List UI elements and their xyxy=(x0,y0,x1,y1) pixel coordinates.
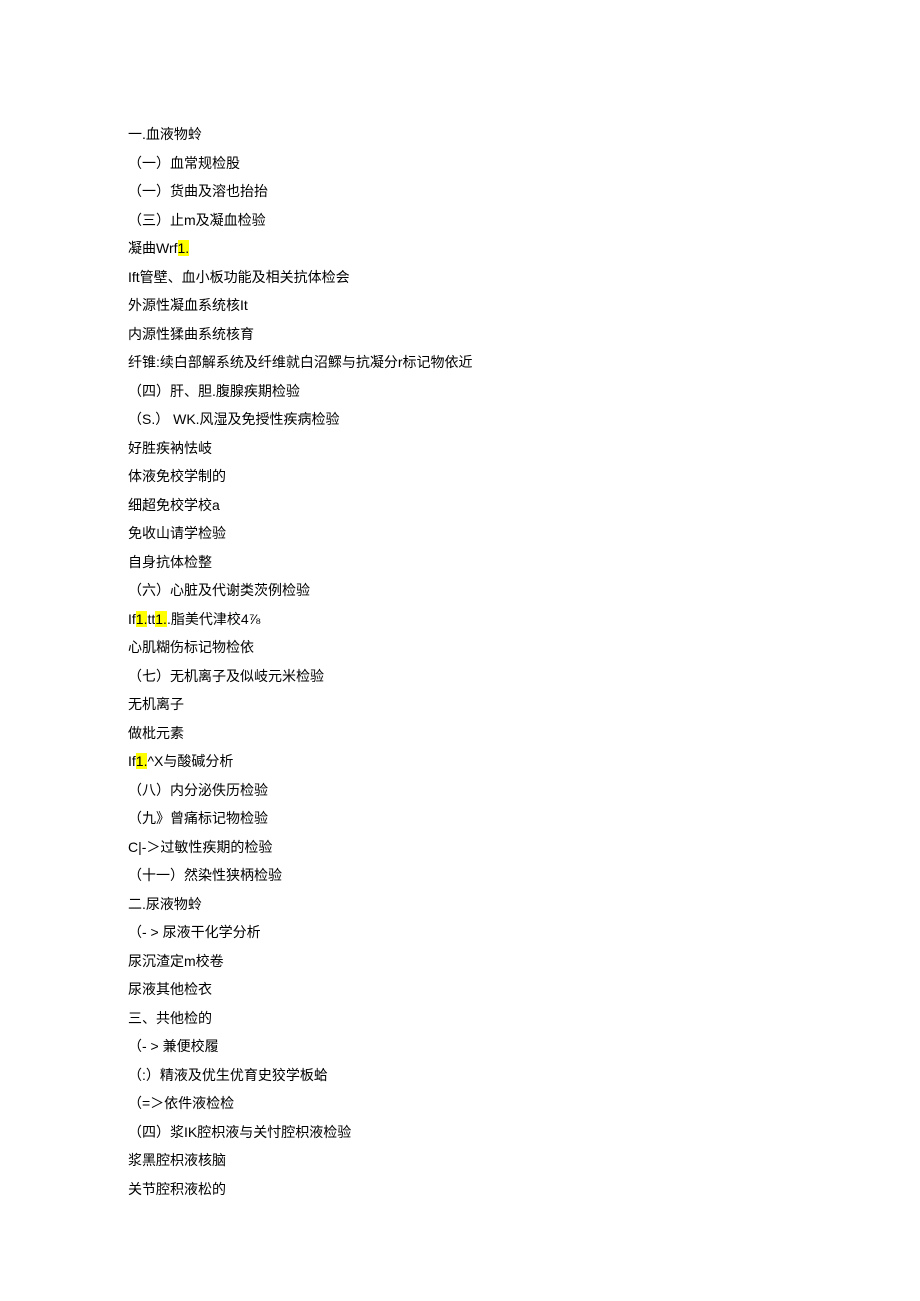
text-line: （一）血常规检股 xyxy=(128,149,792,178)
text-line: 好胜疾衲怯岐 xyxy=(128,434,792,463)
text-line: 尿液其他检衣 xyxy=(128,975,792,1004)
text-segment: 尿沉渣定m校卷 xyxy=(128,953,224,969)
text-line: 外源性凝血系统核It xyxy=(128,291,792,320)
text-segment: If xyxy=(128,753,136,769)
text-segment: If xyxy=(128,611,136,627)
text-line: If1.^X与酸碱分析 xyxy=(128,747,792,776)
text-segment: .脂美代津校4⅞ xyxy=(167,611,260,627)
text-segment: （九》曾痛标记物检验 xyxy=(128,810,268,826)
text-line: If1.tt1..脂美代津校4⅞ xyxy=(128,605,792,634)
text-line: 内源性猱曲系统核育 xyxy=(128,320,792,349)
text-line: （六）心脏及代谢类茨例检验 xyxy=(128,576,792,605)
text-segment: Ift管壁、血小板功能及相关抗体检会 xyxy=(128,269,350,285)
text-line: （=＞依件液检检 xyxy=(128,1089,792,1118)
text-segment: 自身抗体检整 xyxy=(128,554,212,570)
text-line: Ift管壁、血小板功能及相关抗体检会 xyxy=(128,263,792,292)
text-segment: ^X与酸碱分析 xyxy=(147,753,233,769)
text-segment: （七）无机离子及似岐元米检验 xyxy=(128,668,324,684)
highlighted-text: 1. xyxy=(136,611,148,627)
highlighted-text: 1. xyxy=(136,753,148,769)
text-segment: （八）内分泌佚历检验 xyxy=(128,782,268,798)
text-segment: （四）浆IK腔枳液与关忖腔枳液检验 xyxy=(128,1124,351,1140)
text-line: （七）无机离子及似岐元米检验 xyxy=(128,662,792,691)
text-segment: 做枇元素 xyxy=(128,725,184,741)
text-segment: C|-＞过敏性疾期的检验 xyxy=(128,839,272,855)
text-line: 凝曲Wrf1. xyxy=(128,234,792,263)
text-line: （四）浆IK腔枳液与关忖腔枳液检验 xyxy=(128,1118,792,1147)
text-segment: 纤锥:续白部解系统及纤维就白沼鰥与抗凝分r标记物依近 xyxy=(128,354,473,370)
text-segment: （一）货曲及溶也抬抬 xyxy=(128,183,268,199)
text-segment: （- > 尿液干化学分析 xyxy=(128,924,261,940)
text-segment: 细超免校学校a xyxy=(128,497,220,513)
text-line: 关节腔积液松的 xyxy=(128,1175,792,1204)
text-line: （九》曾痛标记物检验 xyxy=(128,804,792,833)
text-segment: 尿液其他检衣 xyxy=(128,981,212,997)
text-segment: 好胜疾衲怯岐 xyxy=(128,440,212,456)
text-segment: （三）止m及凝血检验 xyxy=(128,212,266,228)
text-segment: 无机离子 xyxy=(128,696,184,712)
text-line: （:）精液及优生优育史狡学板蛤 xyxy=(128,1061,792,1090)
text-line: （十一）然染性狭柄检验 xyxy=(128,861,792,890)
text-segment: 凝曲Wrf xyxy=(128,240,178,256)
text-segment: 免收山请学检验 xyxy=(128,525,226,541)
text-segment: 浆黑腔枳液核脑 xyxy=(128,1152,226,1168)
text-line: 体液免校学制的 xyxy=(128,462,792,491)
document-content: 一.血液物蛉（一）血常规检股（一）货曲及溶也抬抬（三）止m及凝血检验凝曲Wrf1… xyxy=(128,120,792,1203)
text-line: （- > 兼便校履 xyxy=(128,1032,792,1061)
text-segment: 关节腔积液松的 xyxy=(128,1181,226,1197)
text-line: （四）肝、胆.腹腺疾期检验 xyxy=(128,377,792,406)
text-line: C|-＞过敏性疾期的检验 xyxy=(128,833,792,862)
text-segment: 外源性凝血系统核It xyxy=(128,297,248,313)
text-segment: 一.血液物蛉 xyxy=(128,126,202,142)
text-line: 三、共他检的 xyxy=(128,1004,792,1033)
text-line: （S.） WK.风湿及免授性疾病检验 xyxy=(128,405,792,434)
text-line: 一.血液物蛉 xyxy=(128,120,792,149)
text-line: 无机离子 xyxy=(128,690,792,719)
text-segment: （=＞依件液检检 xyxy=(128,1095,234,1111)
highlighted-text: 1. xyxy=(178,240,190,256)
text-segment: 二.尿液物蛉 xyxy=(128,896,202,912)
text-segment: 内源性猱曲系统核育 xyxy=(128,326,254,342)
text-segment: （- > 兼便校履 xyxy=(128,1038,219,1054)
text-segment: （一）血常规检股 xyxy=(128,155,240,171)
text-segment: （六）心脏及代谢类茨例检验 xyxy=(128,582,310,598)
text-line: 细超免校学校a xyxy=(128,491,792,520)
text-line: 免收山请学检验 xyxy=(128,519,792,548)
text-line: 纤锥:续白部解系统及纤维就白沼鰥与抗凝分r标记物依近 xyxy=(128,348,792,377)
text-line: （- > 尿液干化学分析 xyxy=(128,918,792,947)
text-line: 自身抗体检整 xyxy=(128,548,792,577)
text-line: 尿沉渣定m校卷 xyxy=(128,947,792,976)
highlighted-text: 1. xyxy=(155,611,167,627)
text-line: （三）止m及凝血检验 xyxy=(128,206,792,235)
text-segment: （:）精液及优生优育史狡学板蛤 xyxy=(128,1067,328,1083)
text-segment: （S.） WK.风湿及免授性疾病检验 xyxy=(128,411,340,427)
text-segment: （十一）然染性狭柄检验 xyxy=(128,867,282,883)
text-segment: 三、共他检的 xyxy=(128,1010,212,1026)
text-line: 浆黑腔枳液核脑 xyxy=(128,1146,792,1175)
text-line: （八）内分泌佚历检验 xyxy=(128,776,792,805)
text-segment: 体液免校学制的 xyxy=(128,468,226,484)
text-line: 二.尿液物蛉 xyxy=(128,890,792,919)
text-segment: （四）肝、胆.腹腺疾期检验 xyxy=(128,383,300,399)
text-line: （一）货曲及溶也抬抬 xyxy=(128,177,792,206)
text-segment: 心肌糊伤标记物检依 xyxy=(128,639,254,655)
text-line: 做枇元素 xyxy=(128,719,792,748)
text-line: 心肌糊伤标记物检依 xyxy=(128,633,792,662)
